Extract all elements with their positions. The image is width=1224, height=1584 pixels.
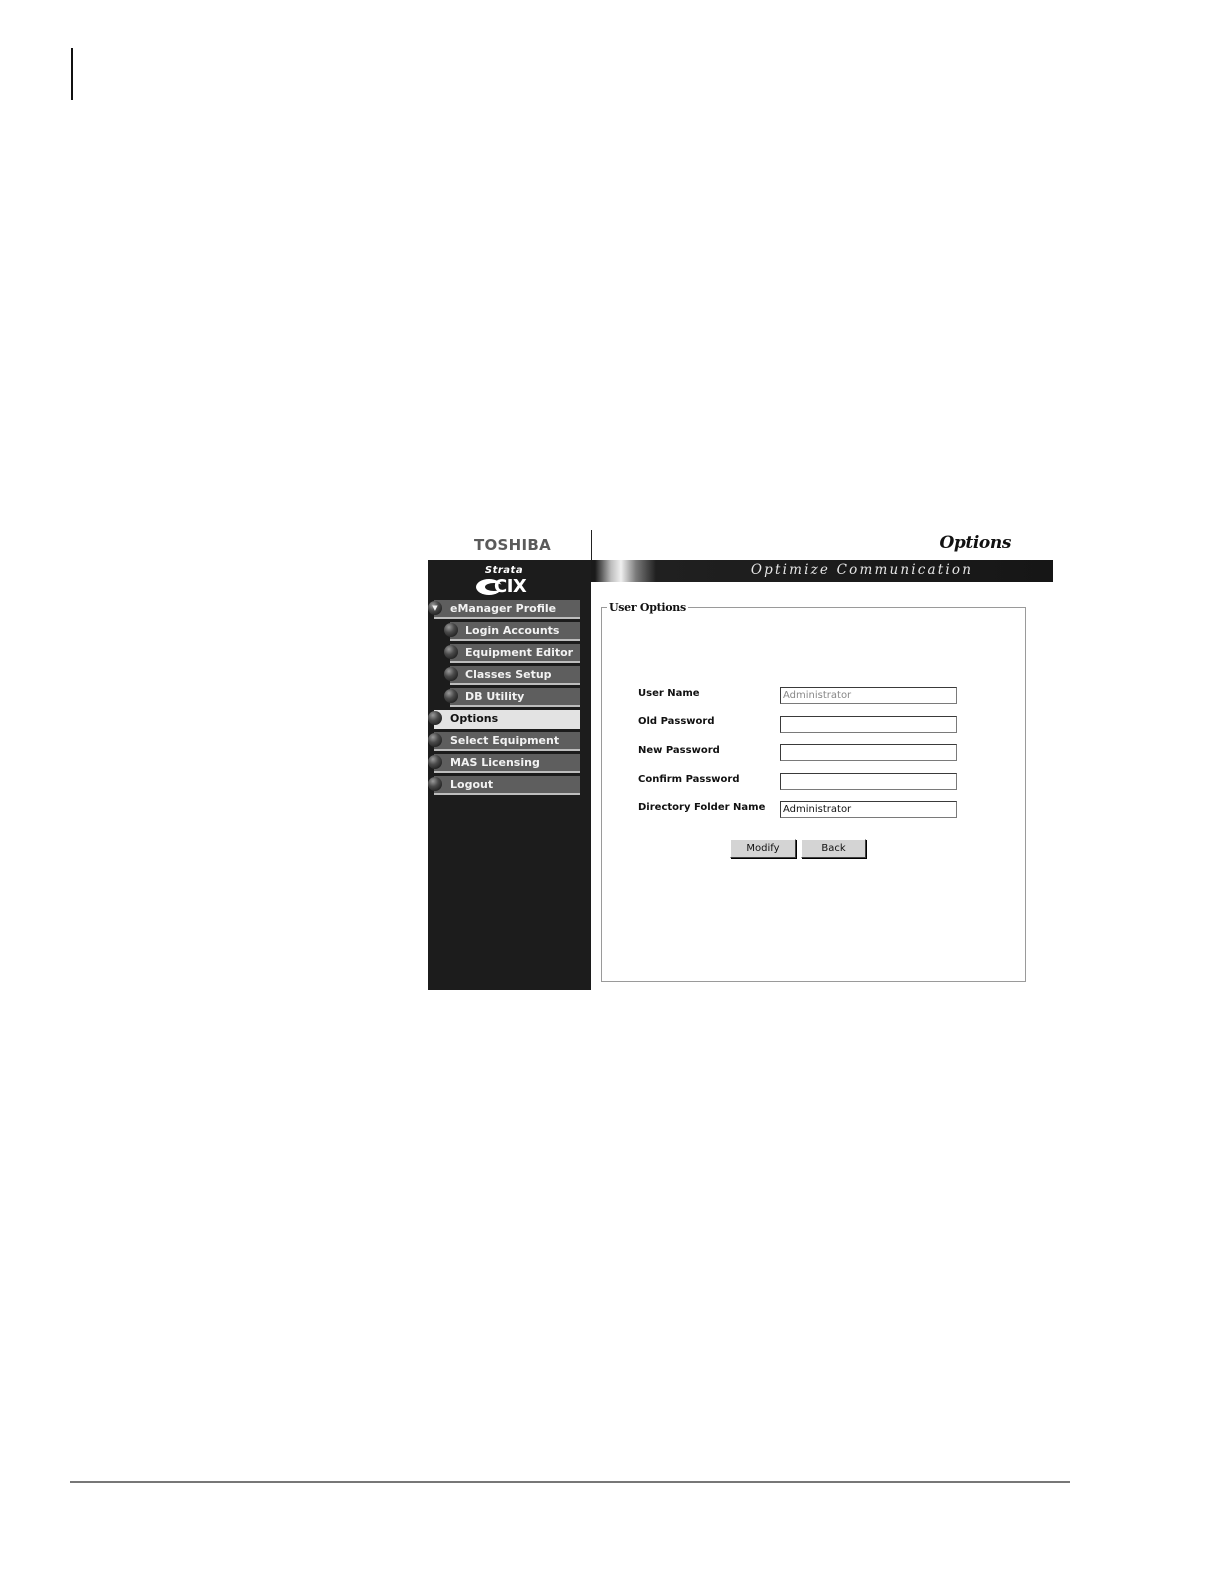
header-divider bbox=[591, 530, 592, 560]
sidebar-item-options[interactable]: Options bbox=[428, 710, 580, 729]
user-options-group bbox=[601, 607, 1026, 982]
sidebar-item-select-equipment[interactable]: Select Equipment bbox=[428, 732, 580, 751]
sphere-bullet-icon bbox=[444, 645, 458, 659]
user-options-legend: User Options bbox=[607, 601, 688, 614]
sidebar-item-label: eManager Profile bbox=[450, 602, 557, 615]
page-title: Options bbox=[939, 533, 1012, 553]
logo-strata-text: Strata bbox=[484, 565, 524, 576]
logo-mark: CIX bbox=[474, 577, 534, 597]
strata-cix-logo: Strata CIX bbox=[474, 566, 534, 598]
sphere-bullet-icon bbox=[444, 623, 458, 637]
sidebar-item-equipment-editor[interactable]: Equipment Editor bbox=[444, 644, 580, 663]
old-password-field[interactable] bbox=[780, 716, 957, 733]
sidebar-item-label: Logout bbox=[450, 778, 494, 791]
banner: Optimize Communication bbox=[591, 560, 1053, 582]
directory-folder-name-field[interactable] bbox=[780, 801, 957, 818]
sidebar-item-classes-setup[interactable]: Classes Setup bbox=[444, 666, 580, 685]
new-password-field[interactable] bbox=[780, 744, 957, 761]
banner-tagline: Optimize Communication bbox=[750, 562, 974, 578]
logo-cix-text: CIX bbox=[494, 576, 527, 597]
confirm-password-label: Confirm Password bbox=[638, 774, 740, 785]
triangle-down-icon: ▼ bbox=[428, 601, 442, 615]
sidebar-item-label: DB Utility bbox=[465, 690, 525, 703]
footer-rule bbox=[70, 1481, 1070, 1483]
sidebar-item-label: MAS Licensing bbox=[450, 756, 540, 769]
user-name-field[interactable] bbox=[780, 687, 957, 704]
directory-folder-name-label: Directory Folder Name bbox=[638, 802, 766, 813]
sidebar-item-label: Select Equipment bbox=[450, 734, 560, 747]
sidebar-item-emanager-profile[interactable]: ▼ eManager Profile bbox=[428, 600, 580, 619]
user-name-label: User Name bbox=[638, 688, 700, 699]
sidebar-item-logout[interactable]: Logout bbox=[428, 776, 580, 795]
back-button[interactable]: Back bbox=[801, 839, 866, 858]
sphere-bullet-icon bbox=[444, 689, 458, 703]
new-password-label: New Password bbox=[638, 745, 720, 756]
sphere-bullet-icon bbox=[428, 733, 442, 747]
sphere-bullet-icon bbox=[428, 777, 442, 791]
modify-button[interactable]: Modify bbox=[730, 839, 796, 858]
sidebar-item-label: Login Accounts bbox=[465, 624, 560, 637]
sidebar-item-label: Classes Setup bbox=[465, 668, 552, 681]
sidebar-item-login-accounts[interactable]: Login Accounts bbox=[444, 622, 580, 641]
sidebar-item-label: Options bbox=[450, 712, 499, 725]
sidebar-item-mas-licensing[interactable]: MAS Licensing bbox=[428, 754, 580, 773]
options-screenshot: TOSHIBA Options Optimize Communication S… bbox=[428, 530, 1053, 990]
confirm-password-field[interactable] bbox=[780, 773, 957, 790]
sphere-bullet-icon bbox=[428, 755, 442, 769]
toshiba-logo: TOSHIBA bbox=[473, 536, 552, 554]
page-margin-marker bbox=[71, 48, 73, 100]
sidebar-item-db-utility[interactable]: DB Utility bbox=[444, 688, 580, 707]
sphere-bullet-icon bbox=[444, 667, 458, 681]
old-password-label: Old Password bbox=[638, 716, 715, 727]
sidebar-item-label: Equipment Editor bbox=[465, 646, 574, 659]
sphere-bullet-icon bbox=[428, 711, 442, 725]
